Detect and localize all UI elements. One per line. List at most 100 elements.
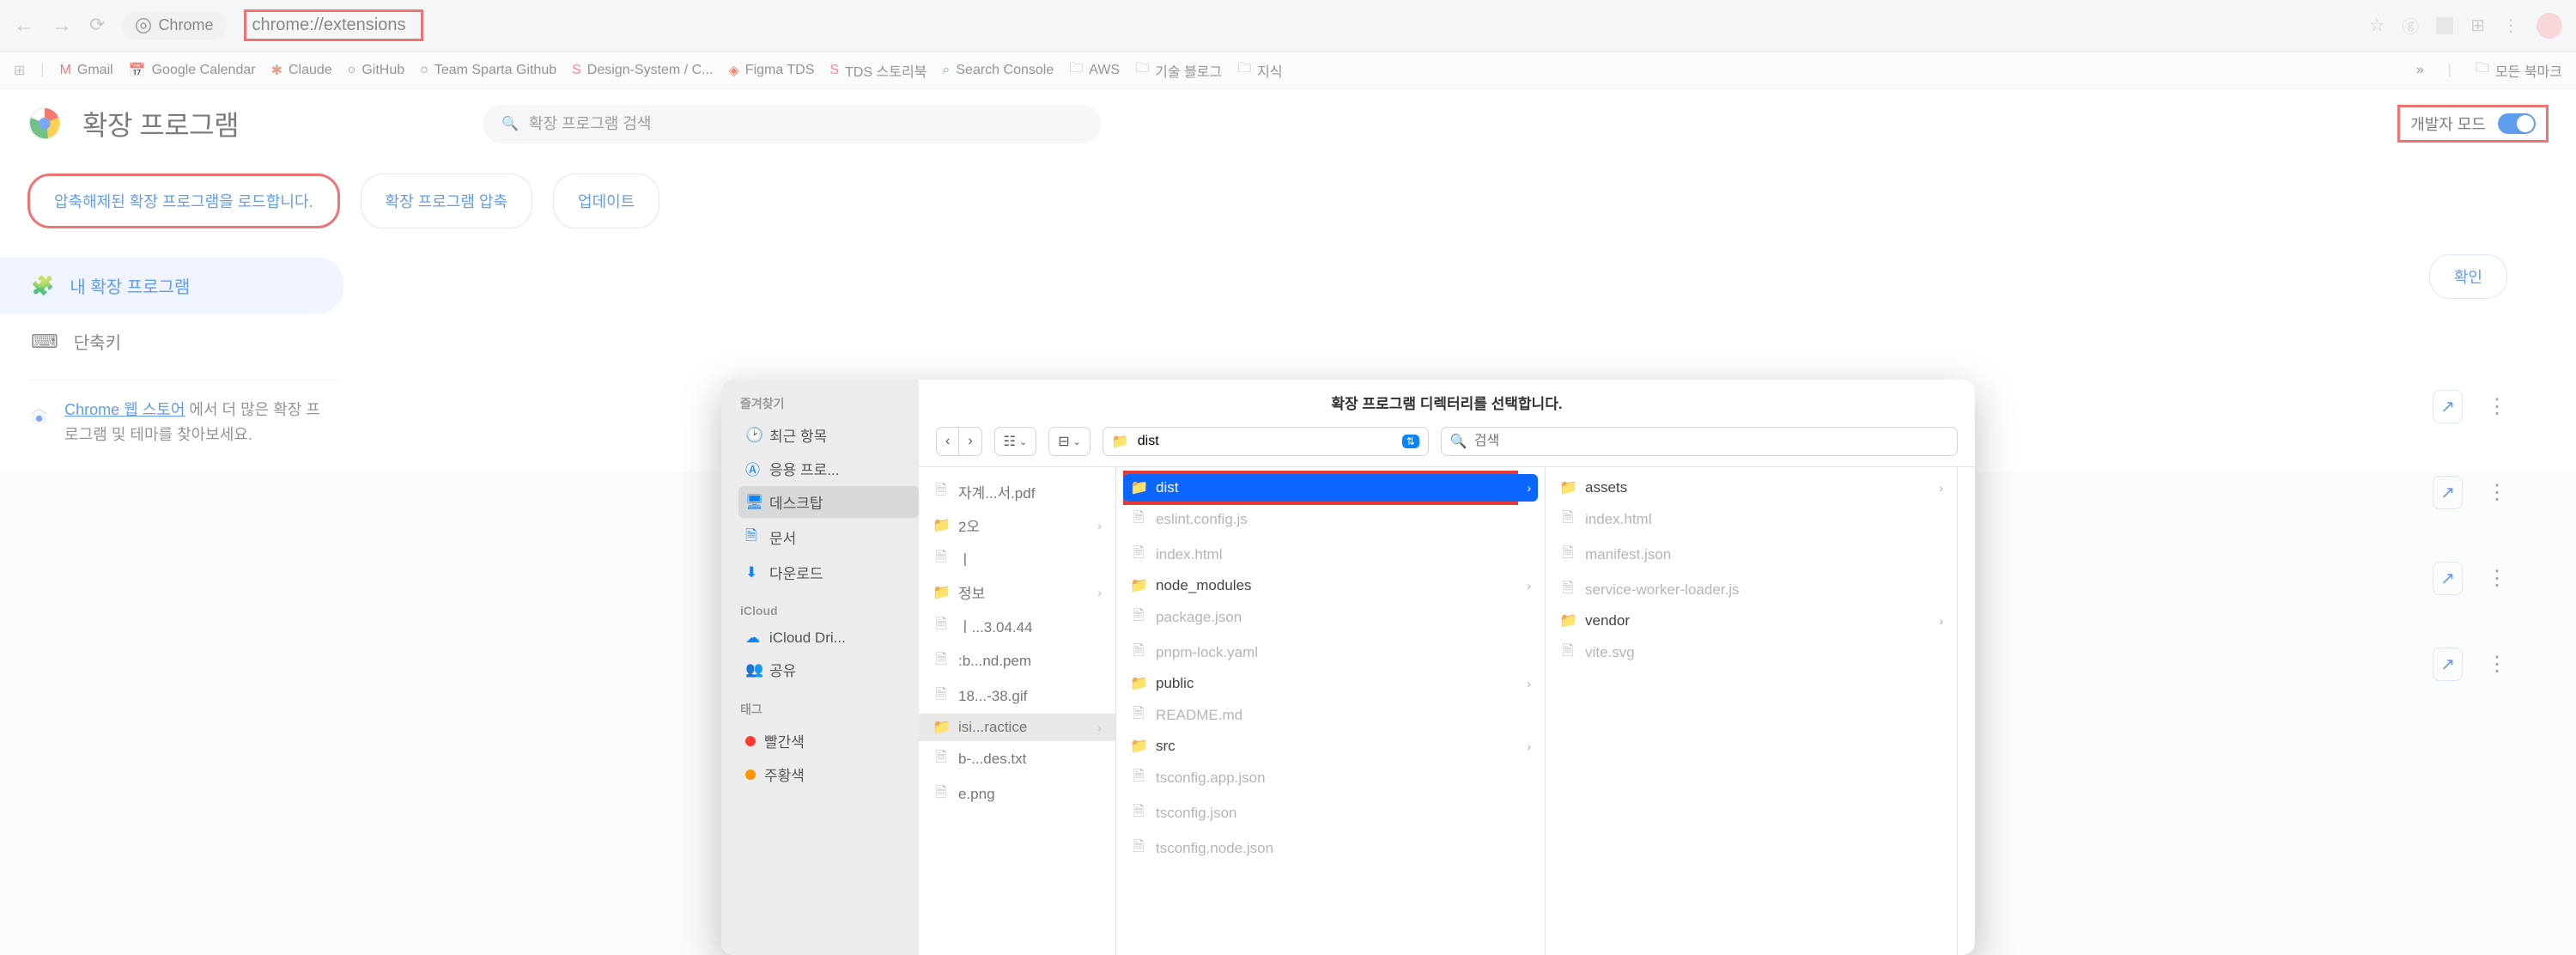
bookmark-item[interactable]: MGmail xyxy=(60,63,113,78)
open-icon[interactable]: ↗ xyxy=(2433,648,2463,681)
search-input[interactable] xyxy=(529,115,1082,133)
sidebar-icloud-drive[interactable]: ☁iCloud Dri... xyxy=(738,624,919,652)
forward-button[interactable]: → xyxy=(52,14,72,38)
card-menu-icon[interactable]: ⋮ xyxy=(2487,566,2507,591)
sidebar-recent[interactable]: 🕑최근 항목 xyxy=(738,419,919,451)
file-row[interactable]: 🗎service-worker-loader.js xyxy=(1546,572,1957,607)
update-button[interactable]: 업데이트 xyxy=(553,173,659,228)
finder-search-input[interactable] xyxy=(1474,434,1948,449)
sidebar-tag-orange[interactable]: 주황색 xyxy=(738,758,919,790)
file-icon: 🗎 xyxy=(1559,542,1577,567)
apps-icon: Ⓐ xyxy=(745,458,761,479)
forward-button[interactable]: › xyxy=(958,427,981,456)
open-icon[interactable]: ↗ xyxy=(2433,390,2463,423)
chrome-web-store-link[interactable]: Chrome 웹 스토어 xyxy=(64,401,185,418)
path-selector[interactable]: 📁 dist ⇅ xyxy=(1103,427,1429,456)
file-row[interactable]: 🗎ㅣ...3.04.44 xyxy=(919,608,1115,643)
chrome-chip[interactable]: Chrome xyxy=(122,11,227,40)
bookmark-item[interactable]: 📅Google Calendar xyxy=(129,62,256,79)
file-row[interactable]: 🗎manifest.json xyxy=(1546,537,1957,572)
view-columns-button[interactable]: ☷ ⌄ xyxy=(994,427,1037,456)
all-bookmarks[interactable]: 🗀모든 북마크 xyxy=(2476,58,2562,82)
card-menu-icon[interactable]: ⋮ xyxy=(2487,394,2507,419)
dev-mode-toggle[interactable] xyxy=(2498,113,2536,134)
sidebar-tag-red[interactable]: 빨간색 xyxy=(738,725,919,757)
avatar[interactable] xyxy=(2537,13,2562,39)
sidebar-applications[interactable]: Ⓐ응용 프로... xyxy=(738,453,919,484)
sidebar-desktop[interactable]: 🖥데스크탑 xyxy=(738,486,919,518)
folder-row[interactable]: 📁public› xyxy=(1116,670,1545,697)
group-button[interactable]: ⊟ ⌄ xyxy=(1048,427,1091,456)
bookmark-item[interactable]: ○Team Sparta Github xyxy=(420,63,556,78)
folder-row[interactable]: 📁정보› xyxy=(919,576,1115,608)
chevron-updown-icon: ⇅ xyxy=(1402,435,1419,448)
file-row[interactable]: 🗎vite.svg xyxy=(1546,635,1957,670)
load-unpacked-button[interactable]: 압축해제된 확장 프로그램을 로드합니다. xyxy=(27,173,340,228)
adblock-icon[interactable] xyxy=(2436,17,2453,34)
folder-row[interactable]: 📁node_modules› xyxy=(1116,572,1545,599)
bookmark-item[interactable]: ◈Figma TDS xyxy=(728,62,814,79)
file-row[interactable]: 🗎README.md xyxy=(1116,697,1545,733)
bookmark-item[interactable]: ⌕Search Console xyxy=(942,63,1054,78)
open-icon[interactable]: ↗ xyxy=(2433,562,2463,595)
file-icon: 🗎 xyxy=(933,648,950,673)
sidebar-item-shortcuts[interactable]: ⌨ 단축키 xyxy=(0,313,343,369)
bookmark-item[interactable]: SDesign-System / C... xyxy=(572,63,713,78)
folder-row[interactable]: 📁dist› xyxy=(1123,474,1538,502)
more-icon[interactable]: ⋮ xyxy=(2502,15,2519,36)
folder-row[interactable]: 📁assets› xyxy=(1546,474,1957,502)
back-button[interactable]: ← xyxy=(14,14,34,38)
sidebar-shared[interactable]: 👥공유 xyxy=(738,654,919,685)
card-menu-icon[interactable]: ⋮ xyxy=(2487,652,2507,677)
bookmark-item[interactable]: 🗀AWS xyxy=(1069,58,1120,82)
sidebar-downloads[interactable]: ⬇다운로드 xyxy=(738,557,919,588)
file-row[interactable]: 🗎index.html xyxy=(1116,537,1545,572)
file-icon: 🗎 xyxy=(1130,800,1147,825)
file-icon: 🗎 xyxy=(933,684,950,709)
address-bar[interactable]: chrome://extensions xyxy=(244,9,423,41)
item-name: index.html xyxy=(1585,511,1651,528)
file-row[interactable]: 🗎ㅣ xyxy=(919,541,1115,576)
confirm-button[interactable]: 확인 xyxy=(2429,254,2507,299)
sidebar-documents[interactable]: 🗎문서 xyxy=(738,520,919,555)
bookmark-item[interactable]: ○GitHub xyxy=(348,63,404,78)
bookmark-item[interactable]: ✱Claude xyxy=(271,62,332,79)
file-row[interactable]: 🗎b-...des.txt xyxy=(919,741,1115,776)
translate-icon[interactable]: ⓖ xyxy=(2402,13,2419,38)
card-menu-icon[interactable]: ⋮ xyxy=(2487,480,2507,505)
file-row[interactable]: 🗎:b...nd.pem xyxy=(919,643,1115,678)
folder-row[interactable]: 📁2오› xyxy=(919,509,1115,541)
extensions-icon[interactable]: ⊞ xyxy=(2470,15,2485,36)
file-row[interactable]: 🗎tsconfig.json xyxy=(1116,795,1545,830)
file-row[interactable]: 🗎package.json xyxy=(1116,599,1545,635)
extensions-search[interactable]: 🔍 xyxy=(483,105,1101,143)
bookmark-item[interactable]: 🗀기술 블로그 xyxy=(1135,58,1222,82)
pack-extension-button[interactable]: 확장 프로그램 압축 xyxy=(361,173,532,228)
file-icon: 🗎 xyxy=(1130,640,1147,665)
open-icon[interactable]: ↗ xyxy=(2433,476,2463,509)
file-row[interactable]: 🗎eslint.config.js xyxy=(1116,502,1545,537)
back-button[interactable]: ‹ xyxy=(936,427,958,456)
reload-button[interactable]: ⟳ xyxy=(89,14,105,38)
bookmarks-overflow[interactable]: » xyxy=(2416,63,2424,78)
bookmark-item[interactable]: 🗀지식 xyxy=(1237,58,1282,82)
bookmark-item[interactable]: STDS 스토리북 xyxy=(829,60,927,81)
folder-icon: 📁 xyxy=(933,584,950,601)
file-row[interactable]: 🗎pnpm-lock.yaml xyxy=(1116,635,1545,670)
apps-icon[interactable]: ⊞ xyxy=(14,62,25,79)
file-row[interactable]: 🗎index.html xyxy=(1546,502,1957,537)
file-row[interactable]: 🗎tsconfig.node.json xyxy=(1116,830,1545,866)
page-title: 확장 프로그램 xyxy=(82,104,239,143)
folder-row[interactable]: 📁src› xyxy=(1116,733,1545,760)
file-row[interactable]: 🗎자계...서.pdf xyxy=(919,474,1115,509)
file-row[interactable]: 🗎18...-38.gif xyxy=(919,678,1115,714)
file-row[interactable]: 🗎e.png xyxy=(919,776,1115,812)
sidebar-item-my-extensions[interactable]: 🧩 내 확장 프로그램 xyxy=(0,258,343,313)
folder-row[interactable]: 📁vendor› xyxy=(1546,607,1957,635)
folder-row[interactable]: 📁isi...ractice› xyxy=(919,714,1115,741)
finder-search[interactable]: 🔍 xyxy=(1441,427,1958,456)
file-row[interactable]: 🗎tsconfig.app.json xyxy=(1116,760,1545,795)
star-icon[interactable]: ☆ xyxy=(2369,15,2385,36)
puzzle-icon: 🧩 xyxy=(31,275,54,297)
file-icon: 🗎 xyxy=(933,479,950,504)
